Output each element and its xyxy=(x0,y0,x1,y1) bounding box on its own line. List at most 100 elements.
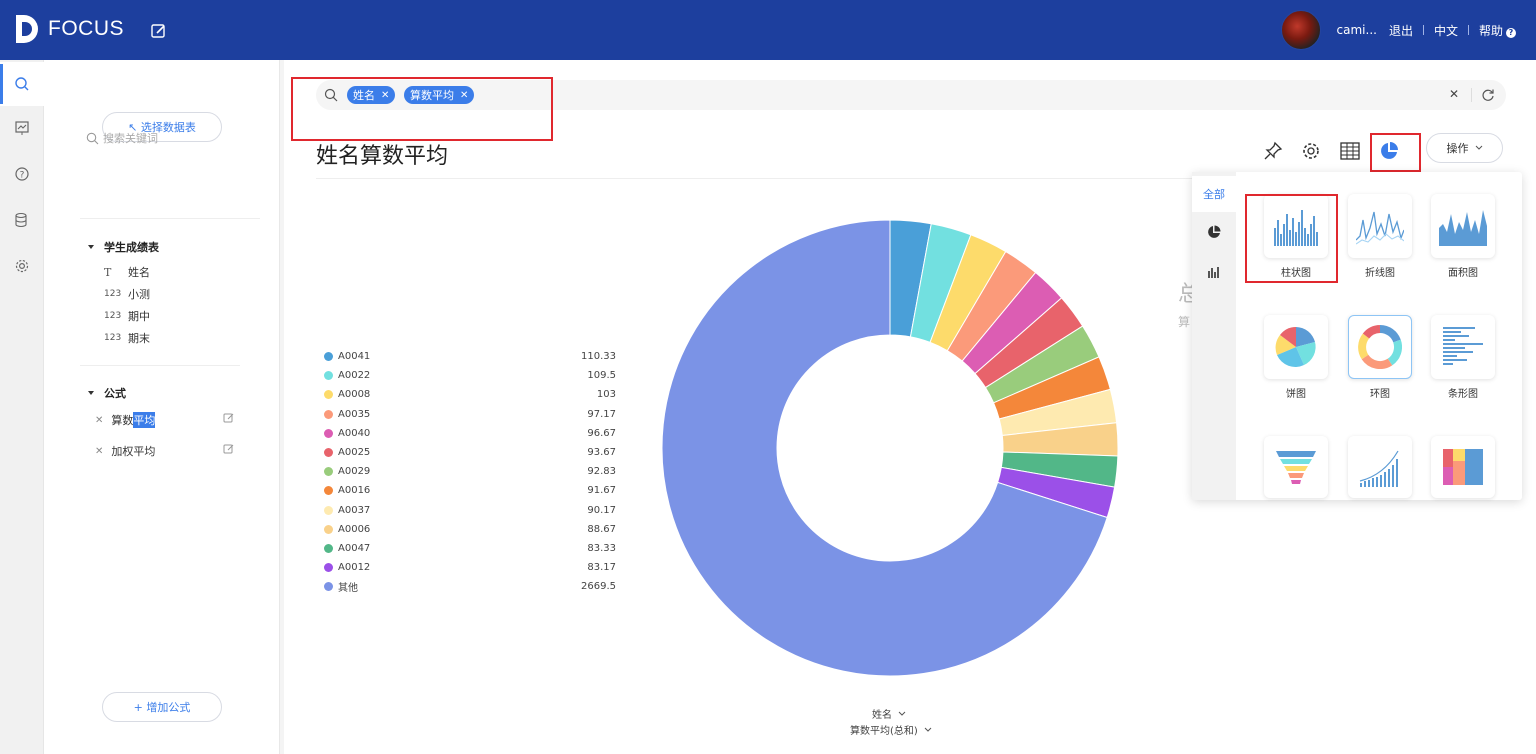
chart-type-treemap[interactable] xyxy=(1431,436,1495,504)
edit-icon[interactable] xyxy=(150,22,168,40)
chart-type-label: 面积图 xyxy=(1448,268,1478,279)
legend-label: A0008 xyxy=(338,389,371,401)
chart-type-line[interactable]: 折线图 xyxy=(1348,194,1412,279)
legend-item[interactable]: A0025 93.67 xyxy=(324,443,616,462)
rail-search[interactable] xyxy=(0,62,44,106)
legend-value: 88.67 xyxy=(587,523,616,535)
add-formula-button[interactable]: + 增加公式 xyxy=(102,692,222,722)
legend-value: 97.17 xyxy=(587,408,616,420)
field-label: 姓名 xyxy=(128,266,150,279)
field-label: 小测 xyxy=(128,288,150,301)
formula-label: 加权平均 xyxy=(111,445,156,458)
legend-item[interactable]: 其他 2669.5 xyxy=(324,577,616,596)
legend-item[interactable]: A0006 88.67 xyxy=(324,520,616,539)
number-type-icon: 123 xyxy=(104,333,122,343)
chart-type-donut[interactable]: 环图 xyxy=(1348,315,1412,400)
number-type-icon: 123 xyxy=(104,289,122,299)
field-item[interactable]: 123 期末 xyxy=(104,330,150,346)
remove-icon[interactable]: ✕ xyxy=(95,446,103,457)
user-name[interactable]: cami... xyxy=(1337,23,1377,37)
legend-value: 83.17 xyxy=(587,562,616,574)
question-icon: ? xyxy=(15,167,29,181)
edit-icon[interactable] xyxy=(223,443,235,455)
funnel-chart-thumb xyxy=(1264,436,1328,498)
formula-item[interactable]: ✕ 算数 平均 xyxy=(95,412,235,428)
legend-value: 91.67 xyxy=(587,485,616,497)
table-node[interactable]: 学生成绩表 xyxy=(88,239,159,255)
legend-swatch xyxy=(324,390,333,400)
help-icon: ? xyxy=(1506,27,1516,38)
measure-selector[interactable]: 算数平均(总和) xyxy=(850,722,932,737)
divider xyxy=(316,178,1196,179)
measure-label: 算数平均(总和) xyxy=(850,726,918,737)
legend-swatch xyxy=(324,563,333,573)
legend-item[interactable]: A0047 83.33 xyxy=(324,539,616,558)
legend-item[interactable]: A0040 96.67 xyxy=(324,424,616,443)
keyword-search[interactable]: 搜索关键词 xyxy=(86,128,256,148)
formula-item[interactable]: ✕ 加权平均 xyxy=(95,443,235,459)
donut-chart-icon xyxy=(1358,325,1402,369)
legend-item[interactable]: A0029 92.83 xyxy=(324,462,616,481)
logout-link[interactable]: 退出 xyxy=(1389,22,1413,39)
bar-chart-icon xyxy=(1208,267,1219,278)
chevron-down-icon xyxy=(924,727,932,732)
donut-chart xyxy=(661,219,1119,677)
tab-all[interactable]: 全部 xyxy=(1192,176,1236,212)
legend-item[interactable]: A0041 110.33 xyxy=(324,347,616,366)
legend-swatch xyxy=(324,371,333,381)
legend-swatch xyxy=(324,352,333,361)
tab-bar[interactable] xyxy=(1192,254,1236,290)
legend-item[interactable]: A0022 109.5 xyxy=(324,366,616,385)
user-avatar[interactable] xyxy=(1280,10,1321,50)
gear-icon xyxy=(15,259,29,273)
language-link[interactable]: 中文 xyxy=(1434,22,1458,39)
legend-swatch xyxy=(324,467,333,477)
field-item[interactable]: 123 小测 xyxy=(104,286,150,302)
divider xyxy=(1467,25,1469,35)
legend-item[interactable]: A0016 91.67 xyxy=(324,481,616,500)
edit-icon[interactable] xyxy=(223,412,235,424)
operations-button[interactable]: 操作 xyxy=(1426,133,1503,163)
area-chart-icon xyxy=(1439,210,1487,246)
rail-board[interactable] xyxy=(0,106,44,150)
field-label: 期中 xyxy=(128,310,150,323)
legend-item[interactable]: A0012 83.17 xyxy=(324,558,616,577)
settings-button[interactable] xyxy=(1298,138,1324,164)
chart-type-pareto[interactable] xyxy=(1348,436,1412,504)
help-link[interactable]: 帮助? xyxy=(1479,22,1516,39)
rail-data[interactable] xyxy=(0,198,44,242)
formula-label-selection: 平均 xyxy=(133,412,156,428)
table-view-button[interactable] xyxy=(1337,138,1363,164)
app-logo[interactable]: FOCUS xyxy=(14,14,124,44)
formula-label-prefix: 算数 xyxy=(111,414,134,427)
clear-icon[interactable]: ✕ xyxy=(1449,87,1459,101)
dimension-selector[interactable]: 姓名 xyxy=(872,706,906,721)
field-item[interactable]: T 姓名 xyxy=(104,264,150,280)
chart-type-pie[interactable]: 饼图 xyxy=(1264,315,1328,400)
chart-type-area[interactable]: 面积图 xyxy=(1431,194,1495,279)
legend-item[interactable]: A0035 97.17 xyxy=(324,405,616,424)
chart-type-funnel[interactable] xyxy=(1264,436,1328,504)
line-chart-icon xyxy=(1356,211,1404,245)
legend-value: 109.5 xyxy=(587,370,616,382)
legend-swatch xyxy=(324,409,333,419)
formula-group[interactable]: 公式 xyxy=(88,385,126,401)
dimension-label: 姓名 xyxy=(872,710,892,721)
rail-help[interactable]: ? xyxy=(0,152,44,196)
highlight-box xyxy=(1370,133,1421,172)
legend-label: A0029 xyxy=(338,466,371,478)
rail-settings[interactable] xyxy=(0,244,44,288)
chart-type-hbar[interactable]: 条形图 xyxy=(1431,315,1495,400)
tab-pie[interactable] xyxy=(1192,214,1236,250)
hbar-chart-icon xyxy=(1443,327,1483,365)
refresh-icon[interactable] xyxy=(1481,88,1495,102)
legend-label: A0025 xyxy=(338,447,371,458)
field-item[interactable]: 123 期中 xyxy=(104,308,150,324)
remove-icon[interactable]: ✕ xyxy=(95,415,103,426)
legend-item[interactable]: A0008 103 xyxy=(324,385,616,404)
legend-swatch xyxy=(324,448,333,457)
pin-button[interactable] xyxy=(1260,138,1286,164)
legend-value: 110.33 xyxy=(581,351,616,362)
legend-item[interactable]: A0037 90.17 xyxy=(324,501,616,520)
legend-swatch xyxy=(324,524,333,534)
